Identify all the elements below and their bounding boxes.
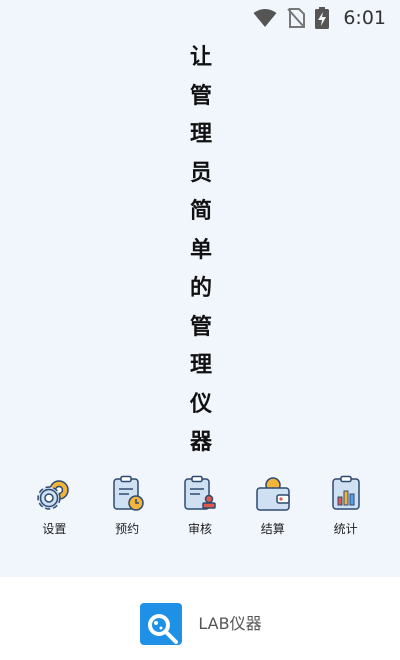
slogan-char: 员 <box>189 159 212 186</box>
status-time: 6:01 <box>343 7 386 29</box>
wallet-icon <box>256 477 290 511</box>
calendar-clock-icon <box>113 475 144 511</box>
splash-slogan: 让 管 理 员 简 单 的 管 理 仪 器 <box>186 38 216 462</box>
menu-item-review[interactable]: 审核 <box>168 474 232 537</box>
battery-charging-icon <box>315 7 330 29</box>
status-bar: 6:01 <box>0 0 400 36</box>
menu-label: 审核 <box>187 522 212 536</box>
slogan-char: 单 <box>189 236 212 263</box>
menu-label: 预约 <box>115 522 140 536</box>
app-footer: LAB仪器 <box>0 577 400 660</box>
slogan-char: 理 <box>189 352 212 378</box>
no-sim-icon <box>287 8 306 28</box>
feature-menu: 设置 预约 审核 结算 统计 <box>0 474 400 537</box>
statistics-chart-icon <box>331 475 360 510</box>
lab-magnifier-logo-icon <box>140 602 183 645</box>
slogan-char: 的 <box>189 275 212 301</box>
review-stamp-icon <box>184 475 216 510</box>
gear-icon <box>37 480 70 510</box>
wifi-icon <box>253 9 277 27</box>
slogan-char: 管 <box>189 82 212 109</box>
menu-label: 结算 <box>260 522 285 536</box>
menu-item-statistics[interactable]: 统计 <box>314 474 378 537</box>
slogan-char: 简 <box>189 198 212 224</box>
slogan-char: 让 <box>189 44 212 70</box>
menu-label: 设置 <box>42 522 67 536</box>
menu-item-settlement[interactable]: 结算 <box>241 474 305 537</box>
menu-label: 统计 <box>333 522 358 536</box>
slogan-char: 器 <box>189 429 212 455</box>
slogan-char: 管 <box>189 313 212 340</box>
menu-item-settings[interactable]: 设置 <box>22 474 86 537</box>
app-name: LAB仪器 <box>198 613 262 633</box>
slogan-char: 理 <box>189 121 212 147</box>
slogan-char: 仪 <box>189 390 212 417</box>
menu-item-booking[interactable]: 预约 <box>95 474 159 537</box>
